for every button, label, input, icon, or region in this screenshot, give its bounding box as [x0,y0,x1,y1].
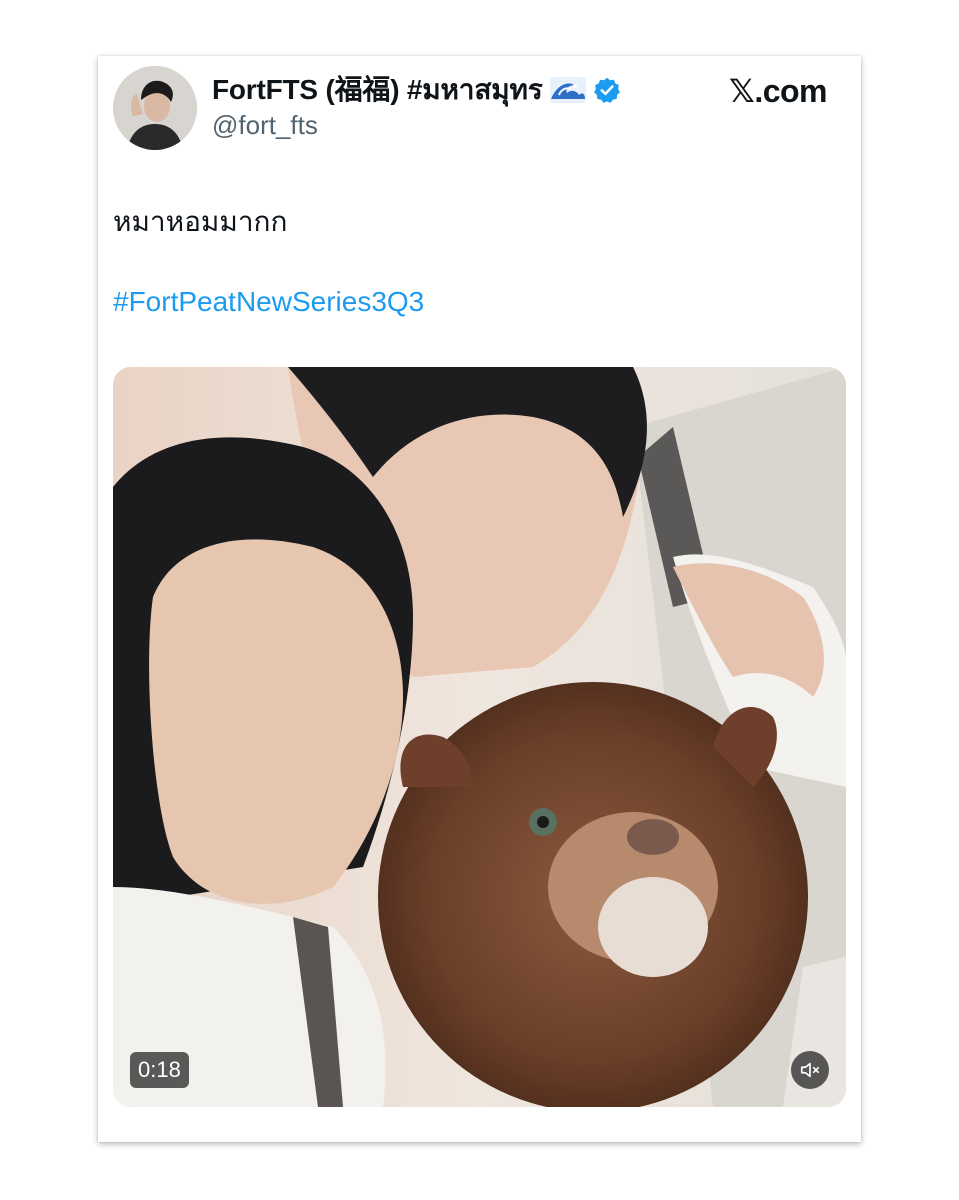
tweet-card: FortFTS (福福) #มหาสมุทร @fort_fts 𝕏.com ห… [98,56,861,1142]
name-row: FortFTS (福福) #มหาสมุทร [212,72,621,108]
speaker-muted-icon [800,1062,820,1078]
brand-label: 𝕏.com [729,73,827,109]
hashtag-link[interactable]: #FortPeatNewSeries3Q3 [113,286,424,318]
mute-button[interactable] [791,1051,829,1089]
video-player[interactable]: 0:18 [113,367,846,1107]
display-name[interactable]: FortFTS (福福) #มหาสมุทร [212,68,543,112]
video-frame [113,367,846,1107]
tweet-text: หมาหอมมากก [113,206,288,237]
video-duration: 0:18 [130,1052,189,1088]
avatar-image [113,66,197,150]
wave-emoji-icon [549,77,586,103]
avatar[interactable] [113,66,197,150]
handle[interactable]: @fort_fts [212,110,318,141]
verified-badge-icon [593,77,620,103]
